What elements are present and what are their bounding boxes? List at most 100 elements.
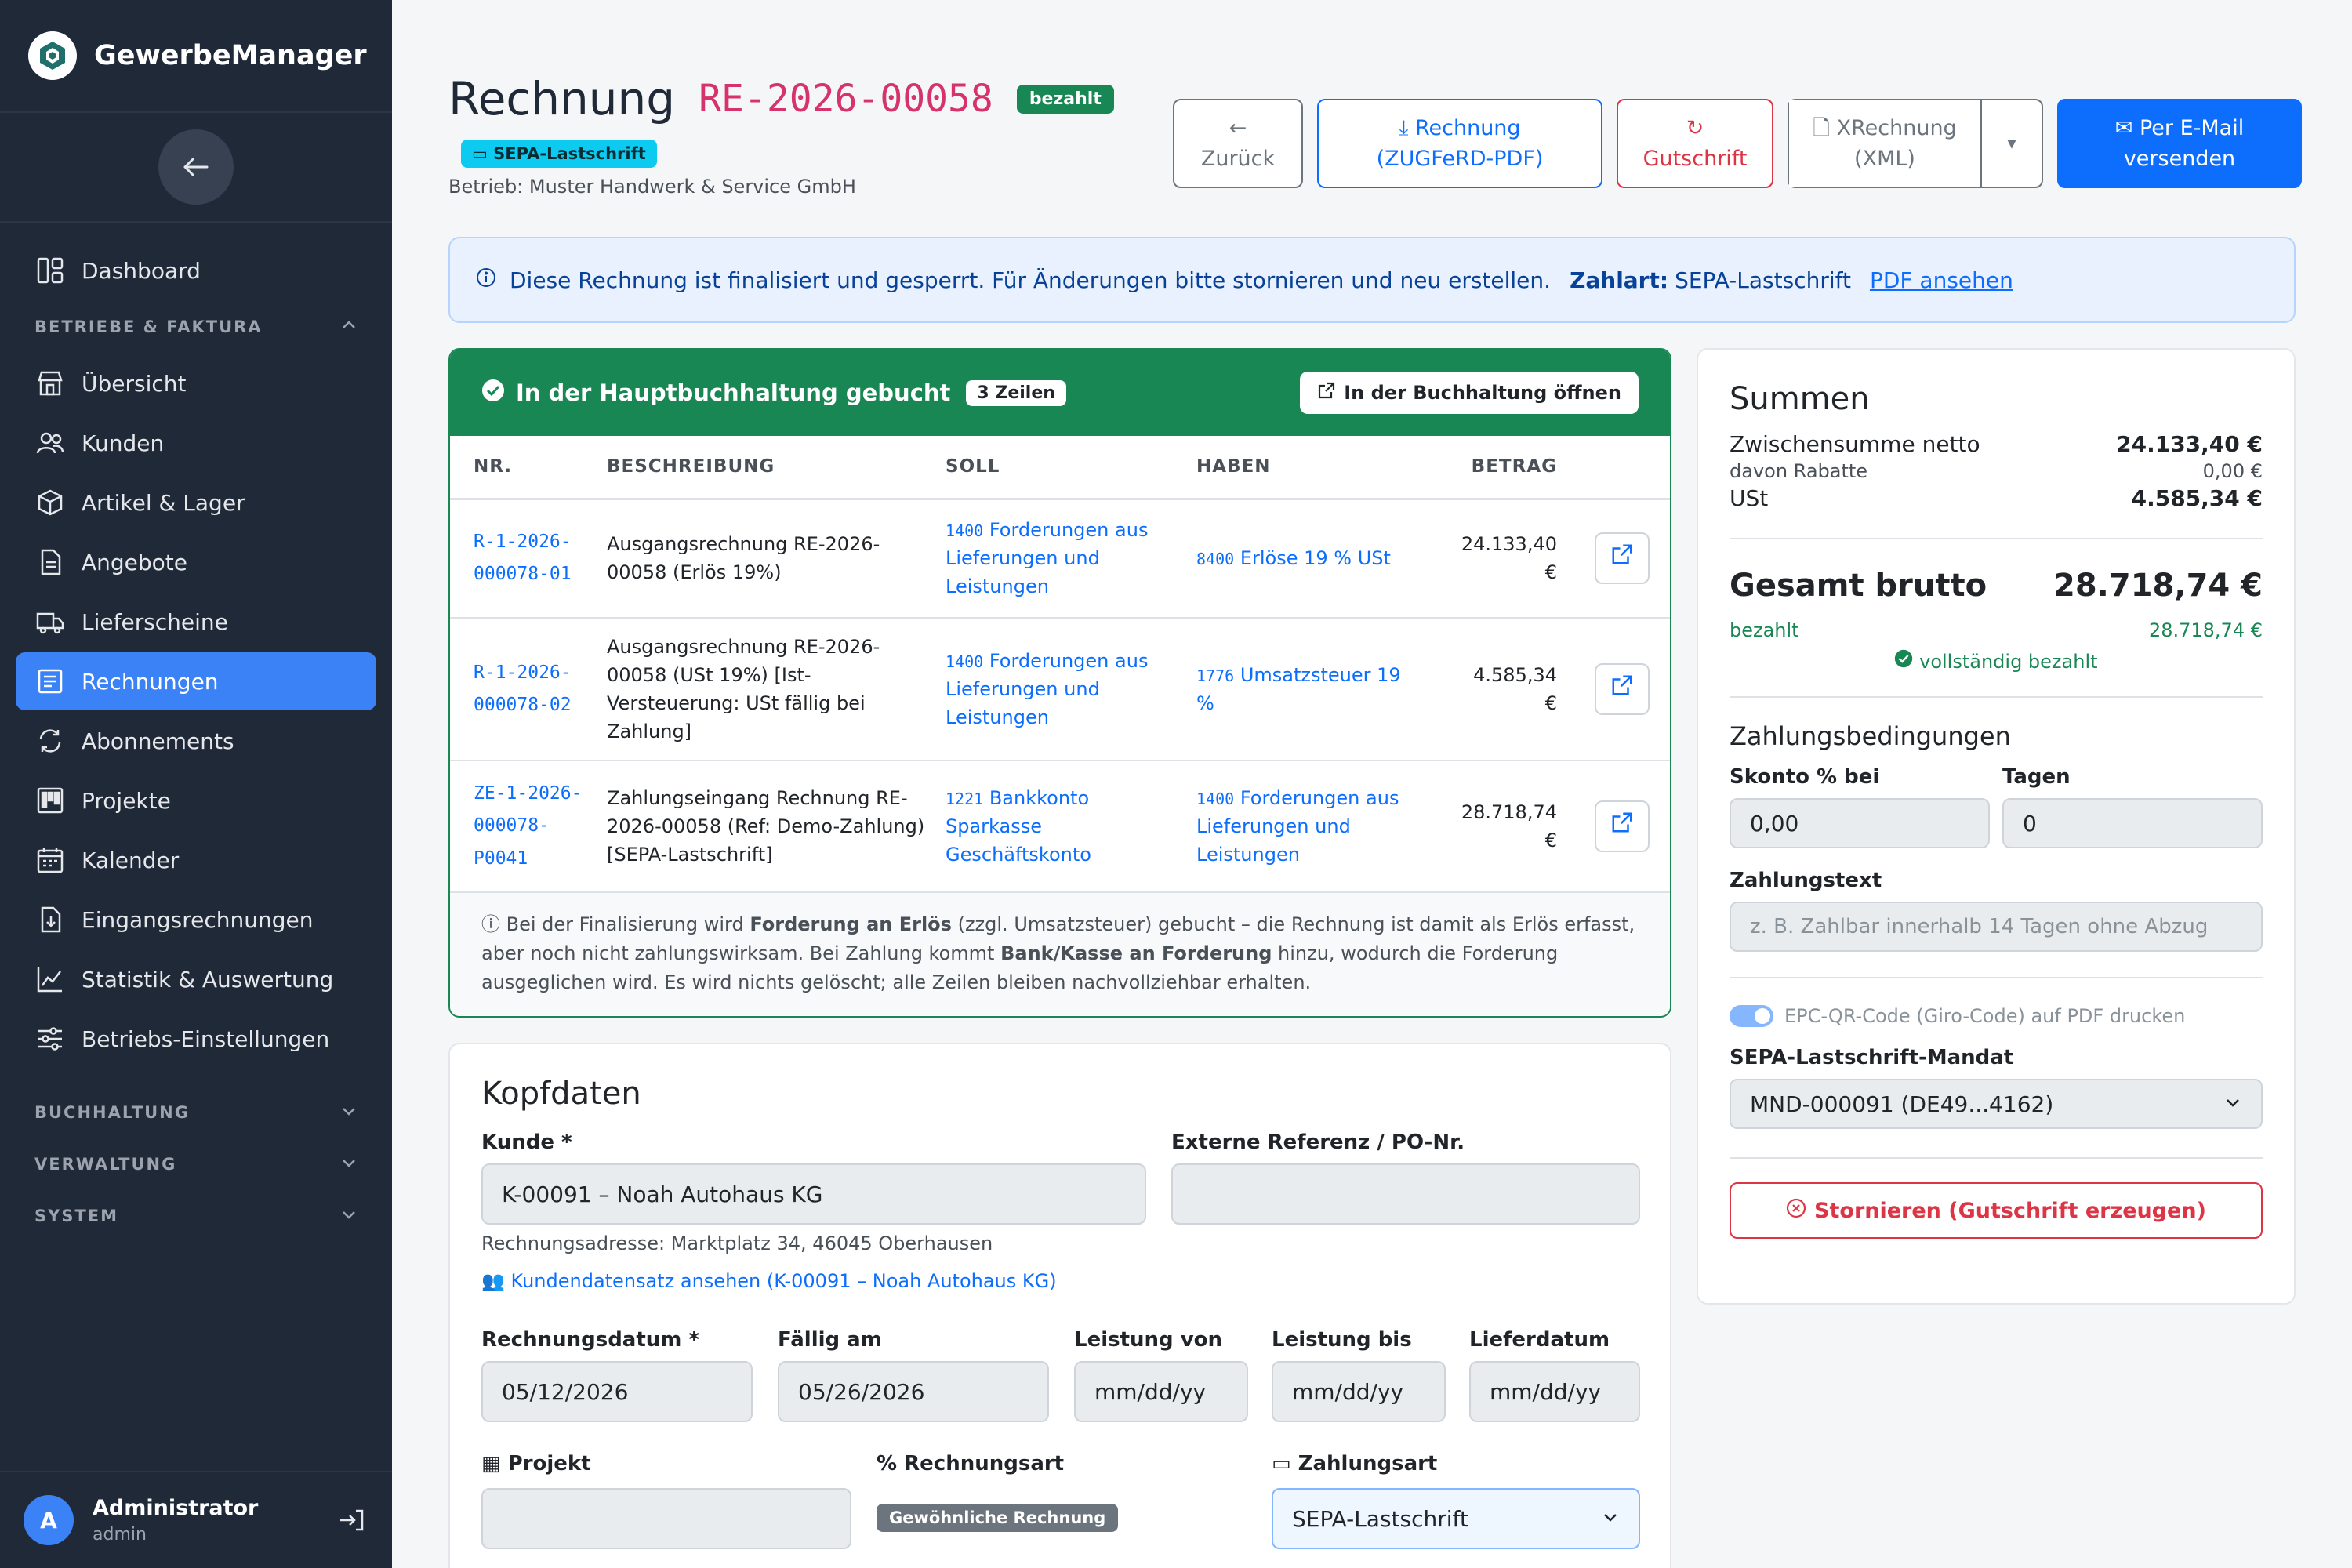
- sidebar-item-artikel[interactable]: Artikel & Lager: [16, 474, 376, 532]
- faellig-field[interactable]: 05/26/2026: [778, 1361, 1049, 1422]
- section-buchhaltung[interactable]: BUCHHALTUNG: [0, 1087, 392, 1138]
- payment-method-label: SEPA-Lastschrift: [493, 144, 646, 163]
- sidebar-item-projekte[interactable]: Projekte: [16, 771, 376, 829]
- sidebar-item-einstellungen[interactable]: Betriebs-Einstellungen: [16, 1010, 376, 1068]
- booking-amount: 28.718,74 €: [1432, 760, 1557, 893]
- brand[interactable]: GewerbeManager: [0, 0, 392, 113]
- box-icon: [34, 487, 66, 518]
- soll-account[interactable]: 1400 Forderungen aus Lieferungen und Lei…: [946, 647, 1181, 731]
- leistung-von-field[interactable]: mm/dd/yy: [1074, 1361, 1248, 1422]
- zahlungstext-field[interactable]: z. B. Zahlbar innerhalb 14 Tagen ohne Ab…: [1730, 902, 2263, 952]
- sidebar-item-dashboard[interactable]: Dashboard: [16, 241, 376, 299]
- haben-account[interactable]: 1776 Umsatzsteuer 19 %: [1196, 661, 1416, 717]
- invoice-number: RE-2026-00058: [699, 77, 993, 121]
- epc-qr-toggle[interactable]: [1730, 1005, 1773, 1027]
- collapse-sidebar-button[interactable]: [158, 129, 234, 205]
- mandat-label: SEPA-Lastschrift-Mandat: [1730, 1046, 2014, 1069]
- booking-description: Zahlungseingang Rechnung RE-2026-00058 (…: [607, 760, 946, 893]
- x-circle-icon: [1786, 1198, 1806, 1224]
- extref-field[interactable]: [1171, 1163, 1640, 1225]
- sidebar-item-rechnungen[interactable]: Rechnungen: [16, 652, 376, 710]
- xrechnung-button[interactable]: 🗋 XRechnung (XML): [1789, 100, 1982, 187]
- toolbar: ← Zurück ⤓ Rechnung (ZUGFeRD-PDF) ↻ Guts…: [1173, 99, 2302, 188]
- send-email-button[interactable]: ✉ Per E-Mail versenden: [2057, 99, 2302, 188]
- leistung-bis-label: Leistung bis: [1272, 1328, 1412, 1352]
- user-name: Administrator: [93, 1496, 259, 1520]
- tage-label: Tagen: [2002, 765, 2071, 789]
- payment-status: vollständig bezahlt: [1730, 649, 2263, 673]
- locked-alert: Diese Rechnung ist finalisiert und gespe…: [448, 237, 2296, 323]
- payment-method-badge: ▭ SEPA-Lastschrift: [461, 140, 657, 168]
- section-betriebe[interactable]: BETRIEBE & FAKTURA: [0, 301, 392, 353]
- sidebar-item-statistik[interactable]: Statistik & Auswertung: [16, 950, 376, 1008]
- rechnungsart-label: % Rechnungsart: [877, 1452, 1065, 1475]
- rechnungsdatum-field[interactable]: 05/12/2026: [481, 1361, 753, 1422]
- file-code-icon: 🗋: [1813, 115, 1831, 140]
- open-booking-button[interactable]: [1595, 532, 1650, 585]
- credit-card-icon: ▭: [1272, 1452, 1291, 1475]
- view-pdf-link[interactable]: PDF ansehen: [1870, 267, 2013, 293]
- sidebar-item-angebote[interactable]: Angebote: [16, 533, 376, 591]
- open-accounting-button[interactable]: In der Buchhaltung öffnen: [1300, 372, 1639, 414]
- stornieren-button[interactable]: Stornieren (Gutschrift erzeugen): [1730, 1182, 2263, 1239]
- check-circle-icon: [1894, 649, 1913, 673]
- sidebar-item-abonnements[interactable]: Abonnements: [16, 712, 376, 770]
- logout-icon[interactable]: [337, 1504, 368, 1536]
- back-button[interactable]: ← Zurück: [1173, 99, 1303, 188]
- booking-header: In der Hauptbuchhaltung gebucht 3 Zeilen…: [450, 350, 1670, 436]
- booking-number[interactable]: R-1-2026- 000078-02: [474, 657, 607, 722]
- soll-account[interactable]: 1221 Bankkonto Sparkasse Geschäftskonto: [946, 784, 1181, 869]
- download-pdf-button[interactable]: ⤓ Rechnung (ZUGFeRD-PDF): [1317, 99, 1602, 188]
- skonto-label: Skonto % bei: [1730, 765, 1880, 789]
- netto-row: Zwischensumme netto 24.133,40 €: [1730, 431, 2263, 457]
- leistung-bis-field[interactable]: mm/dd/yy: [1272, 1361, 1446, 1422]
- section-system[interactable]: SYSTEM: [0, 1190, 392, 1242]
- skonto-field[interactable]: 0,00: [1730, 798, 1990, 848]
- gutschrift-button[interactable]: ↻ Gutschrift: [1617, 99, 1773, 188]
- sidebar-nav: Dashboard BETRIEBE & FAKTURA Übersicht K…: [0, 223, 392, 1242]
- mandat-select[interactable]: MND-000091 (DE49...4162): [1730, 1079, 2263, 1129]
- main-content: Rechnung RE-2026-00058 bezahlt ▭ SEPA-La…: [392, 0, 2352, 1568]
- haben-account[interactable]: 1400 Forderungen aus Lieferungen und Lei…: [1196, 784, 1416, 869]
- lieferdatum-field[interactable]: mm/dd/yy: [1469, 1361, 1640, 1422]
- booking-number[interactable]: R-1-2026- 000078-01: [474, 526, 607, 591]
- booking-amount: 4.585,34 €: [1432, 618, 1557, 761]
- kunde-field[interactable]: K-00091 – Noah Autohaus KG: [481, 1163, 1146, 1225]
- section-betriebe-label: BETRIEBE & FAKTURA: [34, 318, 263, 336]
- chevron-down-icon: [340, 1206, 358, 1227]
- summen-card: Summen Zwischensumme netto 24.133,40 € d…: [1697, 348, 2296, 1305]
- tage-field[interactable]: 0: [2002, 798, 2263, 848]
- mail-button-label-2: versenden: [2123, 147, 2236, 171]
- booking-number[interactable]: ZE-1-2026- 000078- P0041: [474, 778, 607, 875]
- projekt-field[interactable]: [481, 1488, 851, 1549]
- truck-icon: [34, 606, 66, 637]
- chevron-down-icon: [2223, 1091, 2242, 1117]
- section-verwaltung[interactable]: VERWALTUNG: [0, 1138, 392, 1190]
- kundendatensatz-link[interactable]: 👥 Kundendatensatz ansehen (K-00091 – Noa…: [481, 1270, 1057, 1292]
- user-role: admin: [93, 1525, 147, 1544]
- leistung-von-label: Leistung von: [1074, 1328, 1223, 1352]
- sliders-icon: [34, 1023, 66, 1054]
- rechnungsdatum-label: Rechnungsdatum *: [481, 1328, 700, 1352]
- credit-card-icon: ▭: [472, 144, 488, 163]
- soll-account[interactable]: 1400 Forderungen aus Lieferungen und Lei…: [946, 516, 1181, 601]
- sidebar-item-label: Übersicht: [82, 370, 187, 397]
- open-booking-button[interactable]: [1595, 663, 1650, 715]
- zahlungsart-select[interactable]: SEPA-Lastschrift: [1272, 1488, 1640, 1549]
- xrechnung-dropdown-toggle[interactable]: ▾: [1982, 100, 2042, 187]
- sidebar-item-kunden[interactable]: Kunden: [16, 414, 376, 472]
- alert-text: Diese Rechnung ist finalisiert und gespe…: [510, 267, 1552, 293]
- sidebar-item-uebersicht[interactable]: Übersicht: [16, 354, 376, 412]
- status-badge: bezahlt: [1016, 84, 1114, 114]
- table-header-row: NR. BESCHREIBUNG SOLL HABEN BETRAG: [450, 436, 1670, 500]
- open-booking-button[interactable]: [1595, 800, 1650, 852]
- sidebar-item-label: Projekte: [82, 787, 171, 814]
- avatar[interactable]: A: [24, 1495, 74, 1545]
- sidebar-item-eingangsrechnungen[interactable]: Eingangsrechnungen: [16, 891, 376, 949]
- sidebar-item-lieferscheine[interactable]: Lieferscheine: [16, 593, 376, 651]
- brand-name: GewerbeManager: [94, 40, 367, 71]
- haben-account[interactable]: 8400 Erlöse 19 % USt: [1196, 544, 1416, 572]
- external-link-icon: [1610, 673, 1634, 705]
- sidebar-item-kalender[interactable]: Kalender: [16, 831, 376, 889]
- caret-down-icon: ▾: [2007, 133, 2016, 154]
